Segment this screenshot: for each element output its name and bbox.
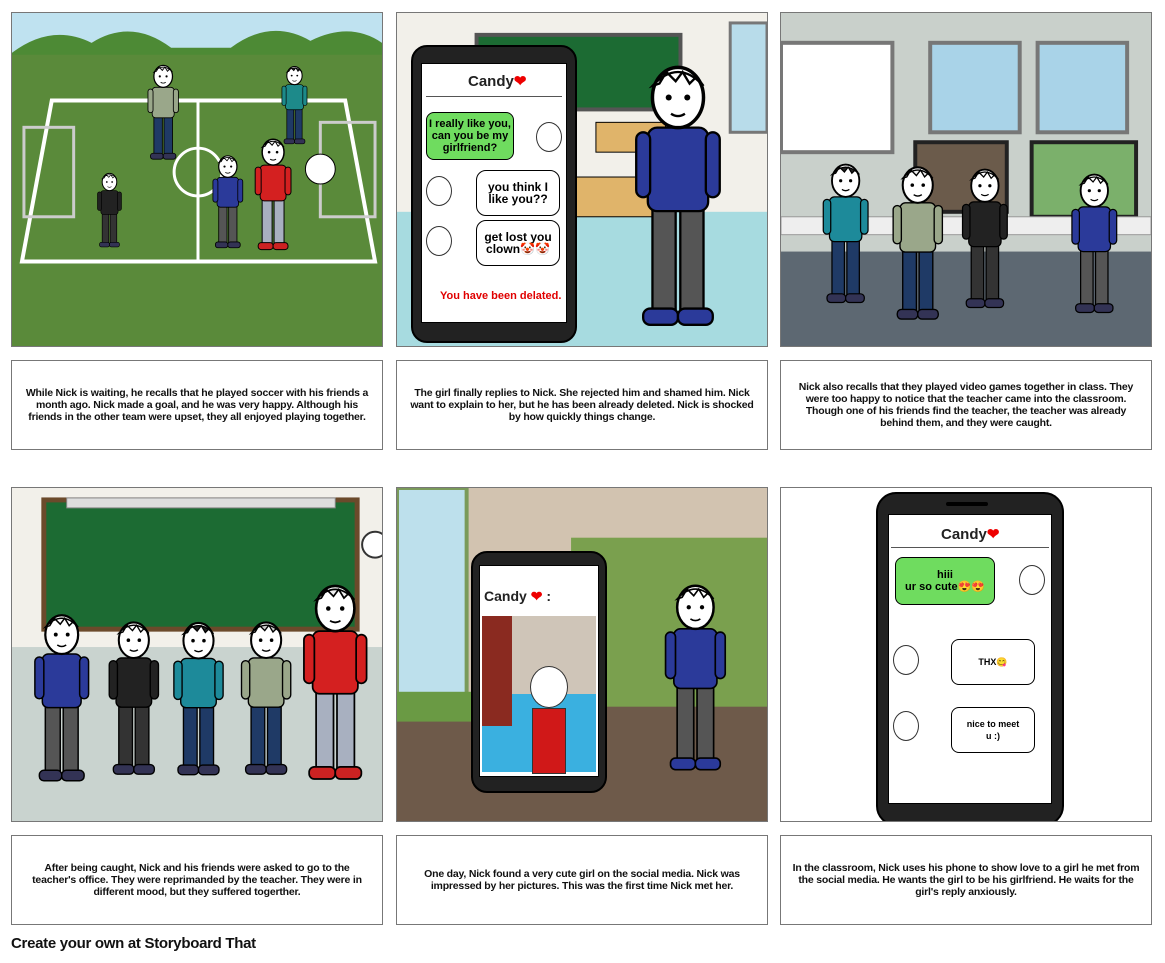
panel-1-image [11,12,383,347]
phone: Candy❤ hiii ur so cute😍😍 THX😋 nice to me… [876,492,1064,821]
avatar-candy [893,711,919,741]
heart-icon: ❤ [530,588,543,604]
heart-icon: ❤ [513,73,527,90]
panel-4-caption: After being caught, Nick and his friends… [11,835,383,925]
panel-6-caption: In the classroom, Nick uses his phone to… [780,835,1152,925]
chat-contact-name: Candy [941,526,987,543]
chat-message-received: get lost you clown🤡🤡 [476,220,560,266]
footer-link[interactable]: Create your own at Storyboard That [11,935,256,952]
divider [891,547,1049,548]
phone: Candy❤ I really like you, can you be my … [411,45,577,343]
curtain [482,616,512,726]
speaker [946,502,988,506]
chat-message-sent: I really like you, can you be my girlfri… [426,112,514,160]
avatar-candy [426,226,452,256]
panel-4-image [11,487,383,822]
profile-photo [482,616,596,774]
avatar-nick [536,122,562,152]
chat-message-received: you think I like you?? [476,170,560,216]
avatar-candy [893,645,919,675]
panel-5-image: Candy ❤ : [396,487,768,822]
panel-2-caption: The girl finally replies to Nick. She re… [396,360,768,450]
avatar-nick [1019,565,1045,595]
chat-message-received: THX😋 [951,639,1035,685]
panel-1-caption: While Nick is waiting, he recalls that h… [11,360,383,450]
avatar-candy [426,176,452,206]
profile-name: Candy [484,588,527,604]
chat-title: Candy❤ [468,72,526,90]
profile-title: Candy ❤ : [484,588,551,605]
computer-lab-scene [781,13,1151,346]
chat-message-received: nice to meet u :) [951,707,1035,753]
girl-dress [532,708,566,774]
chat-title: Candy❤ [941,525,999,543]
panel-3-image [780,12,1152,347]
panel-2-image: Candy❤ I really like you, can you be my … [396,12,768,347]
phone-screen: Candy❤ I really like you, can you be my … [421,63,567,323]
heart-icon: ❤ [986,526,1000,543]
phone-screen: Candy ❤ : [479,565,599,777]
girl-face [530,666,568,708]
chat-contact-name: Candy [468,73,514,90]
panel-6-image: Candy❤ hiii ur so cute😍😍 THX😋 nice to me… [780,487,1152,822]
deleted-status: You have been delated. [440,290,562,302]
office-scene [12,488,382,821]
divider [426,96,562,97]
panel-5-caption: One day, Nick found a very cute girl on … [396,835,768,925]
panel-3-caption: Nick also recalls that they played video… [780,360,1152,450]
profile-suffix: : [546,588,551,604]
phone-screen: Candy❤ hiii ur so cute😍😍 THX😋 nice to me… [888,514,1052,804]
soccer-field-scene [12,13,382,346]
phone: Candy ❤ : [471,551,607,793]
chat-message-sent: hiii ur so cute😍😍 [895,557,995,605]
